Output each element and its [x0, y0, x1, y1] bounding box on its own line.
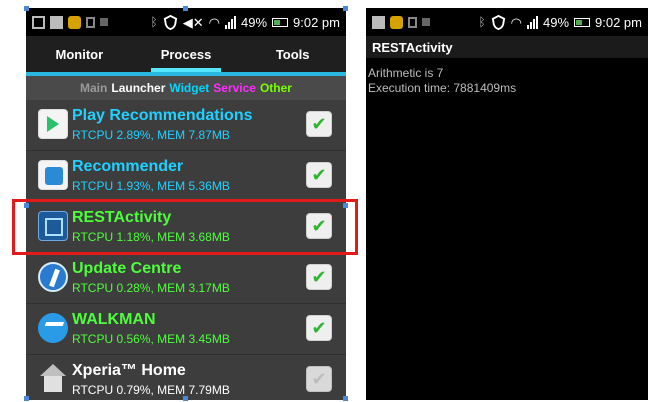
- app-stats: RTCPU 0.79%, MEM 7.79MB: [72, 383, 230, 397]
- usb-icon: [422, 18, 430, 26]
- app-name: Recommender: [72, 158, 184, 175]
- status-bar: ᛒ ◀✕ ◠ 49% 9:02 pm: [26, 8, 346, 36]
- android-icon: [68, 15, 81, 29]
- status-bar: ᛒ ◠ 49% 9:02 pm: [366, 8, 648, 36]
- app-name: Update Centre: [72, 260, 182, 277]
- filter-bar: Main Launcher Widget Service Other: [26, 76, 346, 100]
- selection-handle[interactable]: [183, 6, 188, 11]
- app-stats: RTCPU 1.93%, MEM 5.36MB: [72, 179, 230, 193]
- checkbox[interactable]: ✔: [306, 366, 332, 392]
- usb-icon: [100, 18, 108, 26]
- selection-handle[interactable]: [183, 396, 188, 401]
- wifi-icon: ◠: [208, 14, 220, 30]
- recommender-icon: [38, 160, 68, 190]
- battery-icon: [272, 17, 289, 27]
- checkbox[interactable]: ✔: [306, 213, 332, 239]
- app-name: RESTActivity: [72, 209, 172, 226]
- selection-handle[interactable]: [343, 396, 348, 401]
- app-stats: RTCPU 0.56%, MEM 3.45MB: [72, 332, 230, 346]
- filter-other[interactable]: Other: [260, 81, 292, 95]
- battery-percent: 49%: [240, 14, 268, 30]
- list-item[interactable]: Play Recommendations RTCPU 2.89%, MEM 7.…: [26, 100, 346, 151]
- bluetooth-icon: ᛒ: [478, 14, 486, 29]
- list-item[interactable]: RESTActivity RTCPU 1.18%, MEM 3.68MB ✔: [26, 202, 346, 253]
- tab-process[interactable]: Process: [133, 36, 240, 72]
- bluetooth-icon: ᛒ: [150, 14, 158, 29]
- wifi-icon: ◠: [510, 14, 522, 30]
- shield-icon: [163, 14, 177, 30]
- tab-monitor[interactable]: Monitor: [26, 36, 133, 72]
- activity-output: Arithmetic is 7 Execution time: 7881409m…: [368, 66, 516, 96]
- process-manager-screen: ᛒ ◀✕ ◠ 49% 9:02 pm Monitor Process Tools…: [26, 8, 346, 400]
- checkbox[interactable]: ✔: [306, 315, 332, 341]
- signal-icon: [526, 15, 538, 29]
- gallery-icon: [32, 15, 45, 29]
- shield-icon: [491, 14, 505, 30]
- filter-widget[interactable]: Widget: [169, 81, 209, 95]
- list-item[interactable]: Update Centre RTCPU 0.28%, MEM 3.17MB ✔: [26, 253, 346, 304]
- selection-handle[interactable]: [24, 6, 29, 11]
- mute-icon: ◀✕: [182, 14, 204, 30]
- notification-icon: [86, 16, 95, 28]
- app-stats: RTCPU 1.18%, MEM 3.68MB: [72, 230, 230, 244]
- app-name: Play Recommendations: [72, 107, 253, 124]
- battery-icon: [574, 17, 591, 27]
- android-icon: [390, 15, 403, 29]
- selection-handle[interactable]: [24, 203, 29, 208]
- update-centre-icon: [38, 262, 68, 292]
- app-stats: RTCPU 2.89%, MEM 7.87MB: [72, 128, 230, 142]
- process-list: Play Recommendations RTCPU 2.89%, MEM 7.…: [26, 100, 346, 400]
- list-item[interactable]: WALKMAN RTCPU 0.56%, MEM 3.45MB ✔: [26, 304, 346, 355]
- restactivity-icon: [38, 211, 68, 241]
- filter-main[interactable]: Main: [80, 81, 107, 95]
- list-item[interactable]: Xperia™ Home RTCPU 0.79%, MEM 7.79MB ✔: [26, 355, 346, 400]
- app-name: WALKMAN: [72, 311, 156, 328]
- activity-title: RESTActivity: [366, 36, 648, 58]
- list-item[interactable]: Recommender RTCPU 1.93%, MEM 5.36MB ✔: [26, 151, 346, 202]
- app-stats: RTCPU 0.28%, MEM 3.17MB: [72, 281, 230, 295]
- checkbox[interactable]: ✔: [306, 264, 332, 290]
- app-name: Xperia™ Home: [72, 362, 186, 379]
- restactivity-screen: ᛒ ◠ 49% 9:02 pm RESTActivity Arithmetic …: [366, 8, 648, 400]
- arithmetic-result: Arithmetic is 7: [368, 66, 444, 80]
- execution-time: Execution time: 7881409ms: [368, 81, 517, 95]
- play-store-icon: [38, 109, 68, 139]
- selection-handle[interactable]: [343, 203, 348, 208]
- home-icon: [38, 364, 68, 394]
- battery-percent: 49%: [542, 14, 570, 30]
- notification-icon: [408, 16, 417, 28]
- selection-handle[interactable]: [24, 396, 29, 401]
- tab-bar: Monitor Process Tools: [26, 36, 346, 76]
- calendar-icon: [372, 15, 385, 29]
- tab-tools[interactable]: Tools: [239, 36, 346, 72]
- calendar-icon: [50, 15, 63, 29]
- filter-service[interactable]: Service: [213, 81, 256, 95]
- clock: 9:02 pm: [595, 14, 642, 30]
- selection-handle[interactable]: [343, 6, 348, 11]
- walkman-icon: [38, 313, 68, 343]
- signal-icon: [224, 15, 236, 29]
- checkbox[interactable]: ✔: [306, 111, 332, 137]
- filter-launcher[interactable]: Launcher: [111, 81, 165, 95]
- checkbox[interactable]: ✔: [306, 162, 332, 188]
- clock: 9:02 pm: [293, 14, 340, 30]
